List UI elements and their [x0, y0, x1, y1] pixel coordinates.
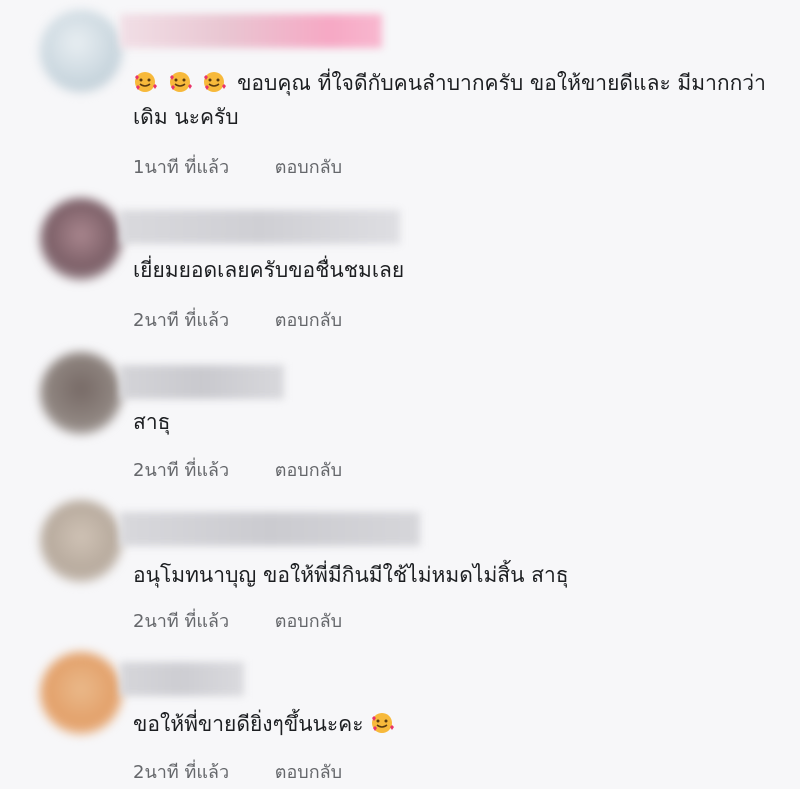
comment-text: สาธุ: [133, 410, 171, 434]
comment-meta: 1นาที ที่แล้ว ตอบกลับ: [133, 152, 342, 181]
reply-link[interactable]: ตอบกลับ: [275, 305, 342, 334]
avatar[interactable]: [40, 10, 122, 92]
comment-timestamp[interactable]: 1นาที ที่แล้ว: [133, 152, 229, 181]
commenter-name[interactable]: [120, 365, 284, 399]
avatar[interactable]: [40, 198, 122, 280]
commenter-name[interactable]: [120, 512, 420, 546]
comment-meta: 2นาที ที่แล้ว ตอบกลับ: [133, 305, 342, 334]
smiling-face-with-hearts-icon: [133, 71, 168, 95]
smiling-face-with-hearts-icon: [168, 71, 203, 95]
avatar[interactable]: [40, 652, 122, 734]
commenter-name[interactable]: [120, 662, 244, 696]
comment-text: อนุโมทนาบุญ ขอให้พี่มีกินมีใช้ไม่หมดไม่ส…: [133, 563, 569, 587]
comment-meta: 2นาที ที่แล้ว ตอบกลับ: [133, 606, 342, 635]
reply-link[interactable]: ตอบกลับ: [275, 455, 342, 484]
comment-timestamp[interactable]: 2นาที ที่แล้ว: [133, 757, 229, 786]
smiling-face-with-hearts-icon: [370, 712, 398, 736]
comment-timestamp[interactable]: 2นาที ที่แล้ว: [133, 305, 229, 334]
reply-link[interactable]: ตอบกลับ: [275, 757, 342, 786]
comment-timestamp[interactable]: 2นาที ที่แล้ว: [133, 606, 229, 635]
avatar[interactable]: [40, 500, 122, 582]
commenter-name[interactable]: [120, 210, 400, 244]
avatar[interactable]: [40, 352, 122, 434]
smiling-face-with-hearts-icon: [202, 71, 237, 95]
comment-timestamp[interactable]: 2นาที ที่แล้ว: [133, 455, 229, 484]
commenter-name[interactable]: [120, 14, 382, 48]
comment-text: ขอบคุณ ที่ใจดีกับคนลำบากครับ ขอให้ขายดีแ…: [133, 66, 783, 134]
reply-link[interactable]: ตอบกลับ: [275, 152, 342, 181]
reply-link[interactable]: ตอบกลับ: [275, 606, 342, 635]
comment-text: ขอให้พี่ขายดียิ่งๆขึ้นนะคะ: [133, 707, 398, 741]
comment-meta: 2นาที ที่แล้ว ตอบกลับ: [133, 455, 342, 484]
comment-meta: 2นาที ที่แล้ว ตอบกลับ: [133, 757, 342, 786]
comment-body: ขอให้พี่ขายดียิ่งๆขึ้นนะคะ: [133, 712, 364, 736]
comment-text: เยี่ยมยอดเลยครับขอชื่นชมเลย: [133, 258, 405, 282]
